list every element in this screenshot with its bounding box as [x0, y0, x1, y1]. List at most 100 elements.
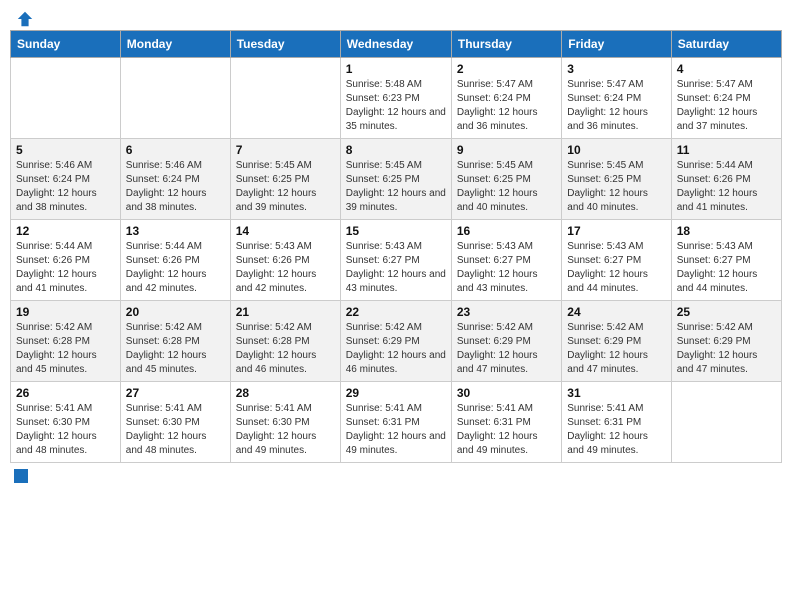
- calendar-cell: 23Sunrise: 5:42 AMSunset: 6:29 PMDayligh…: [451, 301, 561, 382]
- day-info: Sunrise: 5:46 AMSunset: 6:24 PMDaylight:…: [126, 159, 225, 215]
- day-number: 28: [236, 386, 335, 400]
- day-info: Sunrise: 5:42 AMSunset: 6:28 PMDaylight:…: [236, 321, 335, 377]
- day-number: 6: [126, 143, 225, 157]
- calendar-cell: 6 Sunrise: 5:46 AMSunset: 6:24 PMDaylight…: [120, 139, 230, 220]
- calendar-cell: 3 Sunrise: 5:47 AMSunset: 6:24 PMDaylight…: [562, 58, 671, 139]
- calendar-week-row: 26 Sunrise: 5:41 AMSunset: 6:30 PMDayligh…: [11, 382, 782, 463]
- day-info: Sunrise: 5:41 AMSunset: 6:31 PMDaylight:…: [346, 402, 446, 458]
- calendar-cell: 11 Sunrise: 5:44 AMSunset: 6:26 PMDayligh…: [671, 139, 781, 220]
- calendar-day-header: Friday: [562, 31, 671, 58]
- day-number: 15: [346, 224, 446, 238]
- calendar-cell: 30 Sunrise: 5:41 AMSunset: 6:31 PMDayligh…: [451, 382, 561, 463]
- calendar-cell: 12 Sunrise: 5:44 AMSunset: 6:26 PMDayligh…: [11, 220, 121, 301]
- calendar-cell: 22Sunrise: 5:42 AMSunset: 6:29 PMDayligh…: [340, 301, 451, 382]
- calendar-day-header: Monday: [120, 31, 230, 58]
- day-number: 19: [16, 305, 115, 319]
- day-number: 29: [346, 386, 446, 400]
- logo: [14, 10, 34, 24]
- calendar-cell: 24Sunrise: 5:42 AMSunset: 6:29 PMDayligh…: [562, 301, 671, 382]
- calendar-week-row: 1Sunrise: 5:48 AMSunset: 6:23 PMDaylight…: [11, 58, 782, 139]
- day-info: Sunrise: 5:47 AMSunset: 6:24 PMDaylight:…: [567, 78, 665, 134]
- day-info: Sunrise: 5:44 AMSunset: 6:26 PMDaylight:…: [126, 240, 225, 296]
- calendar-cell: 14Sunrise: 5:43 AMSunset: 6:26 PMDayligh…: [230, 220, 340, 301]
- calendar-cell: 21 Sunrise: 5:42 AMSunset: 6:28 PMDayligh…: [230, 301, 340, 382]
- day-info: Sunrise: 5:45 AMSunset: 6:25 PMDaylight:…: [346, 159, 446, 215]
- day-number: 4: [677, 62, 776, 76]
- daylight-legend-box: [14, 469, 28, 483]
- day-number: 16: [457, 224, 556, 238]
- calendar-header-row: SundayMondayTuesdayWednesdayThursdayFrid…: [11, 31, 782, 58]
- calendar-cell: 15 Sunrise: 5:43 AMSunset: 6:27 PMDayligh…: [340, 220, 451, 301]
- day-info: Sunrise: 5:42 AMSunset: 6:28 PMDaylight:…: [16, 321, 115, 377]
- day-number: 26: [16, 386, 115, 400]
- calendar-week-row: 19 Sunrise: 5:42 AMSunset: 6:28 PMDayligh…: [11, 301, 782, 382]
- day-info: Sunrise: 5:41 AMSunset: 6:31 PMDaylight:…: [567, 402, 665, 458]
- calendar-cell: 19 Sunrise: 5:42 AMSunset: 6:28 PMDayligh…: [11, 301, 121, 382]
- day-number: 31: [567, 386, 665, 400]
- day-number: 22: [346, 305, 446, 319]
- day-info: Sunrise: 5:47 AMSunset: 6:24 PMDaylight:…: [457, 78, 556, 134]
- calendar-cell: [120, 58, 230, 139]
- calendar-cell: 4 Sunrise: 5:47 AMSunset: 6:24 PMDaylight…: [671, 58, 781, 139]
- day-info: Sunrise: 5:43 AMSunset: 6:27 PMDaylight:…: [457, 240, 556, 296]
- calendar-cell: 31 Sunrise: 5:41 AMSunset: 6:31 PMDayligh…: [562, 382, 671, 463]
- day-number: 11: [677, 143, 776, 157]
- day-number: 27: [126, 386, 225, 400]
- calendar-day-header: Wednesday: [340, 31, 451, 58]
- calendar-cell: 20 Sunrise: 5:42 AMSunset: 6:28 PMDayligh…: [120, 301, 230, 382]
- day-info: Sunrise: 5:43 AMSunset: 6:27 PMDaylight:…: [346, 240, 446, 296]
- day-info: Sunrise: 5:44 AMSunset: 6:26 PMDaylight:…: [677, 159, 776, 215]
- day-info: Sunrise: 5:45 AMSunset: 6:25 PMDaylight:…: [457, 159, 556, 215]
- day-number: 17: [567, 224, 665, 238]
- calendar-week-row: 5 Sunrise: 5:46 AMSunset: 6:24 PMDaylight…: [11, 139, 782, 220]
- calendar-cell: 18 Sunrise: 5:43 AMSunset: 6:27 PMDayligh…: [671, 220, 781, 301]
- day-info: Sunrise: 5:46 AMSunset: 6:24 PMDaylight:…: [16, 159, 115, 215]
- calendar-cell: 29 Sunrise: 5:41 AMSunset: 6:31 PMDayligh…: [340, 382, 451, 463]
- day-number: 21: [236, 305, 335, 319]
- calendar-cell: 9 Sunrise: 5:45 AMSunset: 6:25 PMDaylight…: [451, 139, 561, 220]
- calendar-week-row: 12 Sunrise: 5:44 AMSunset: 6:26 PMDayligh…: [11, 220, 782, 301]
- day-number: 9: [457, 143, 556, 157]
- day-number: 5: [16, 143, 115, 157]
- calendar-table: SundayMondayTuesdayWednesdayThursdayFrid…: [10, 30, 782, 463]
- calendar-cell: 27 Sunrise: 5:41 AMSunset: 6:30 PMDayligh…: [120, 382, 230, 463]
- calendar-cell: [671, 382, 781, 463]
- day-number: 3: [567, 62, 665, 76]
- calendar-cell: [11, 58, 121, 139]
- day-number: 10: [567, 143, 665, 157]
- day-number: 20: [126, 305, 225, 319]
- day-number: 12: [16, 224, 115, 238]
- day-info: Sunrise: 5:42 AMSunset: 6:28 PMDaylight:…: [126, 321, 225, 377]
- calendar-cell: 5 Sunrise: 5:46 AMSunset: 6:24 PMDaylight…: [11, 139, 121, 220]
- page-header: [10, 10, 782, 24]
- day-number: 7: [236, 143, 335, 157]
- day-info: Sunrise: 5:47 AMSunset: 6:24 PMDaylight:…: [677, 78, 776, 134]
- day-info: Sunrise: 5:45 AMSunset: 6:25 PMDaylight:…: [567, 159, 665, 215]
- calendar-cell: 10 Sunrise: 5:45 AMSunset: 6:25 PMDayligh…: [562, 139, 671, 220]
- day-info: Sunrise: 5:43 AMSunset: 6:27 PMDaylight:…: [677, 240, 776, 296]
- calendar-day-header: Tuesday: [230, 31, 340, 58]
- day-info: Sunrise: 5:41 AMSunset: 6:30 PMDaylight:…: [16, 402, 115, 458]
- calendar-cell: 26 Sunrise: 5:41 AMSunset: 6:30 PMDayligh…: [11, 382, 121, 463]
- day-number: 13: [126, 224, 225, 238]
- day-number: 25: [677, 305, 776, 319]
- day-info: Sunrise: 5:41 AMSunset: 6:31 PMDaylight:…: [457, 402, 556, 458]
- calendar-day-header: Saturday: [671, 31, 781, 58]
- day-number: 18: [677, 224, 776, 238]
- day-info: Sunrise: 5:43 AMSunset: 6:27 PMDaylight:…: [567, 240, 665, 296]
- calendar-cell: 17 Sunrise: 5:43 AMSunset: 6:27 PMDayligh…: [562, 220, 671, 301]
- day-info: Sunrise: 5:44 AMSunset: 6:26 PMDaylight:…: [16, 240, 115, 296]
- calendar-day-header: Sunday: [11, 31, 121, 58]
- day-info: Sunrise: 5:42 AMSunset: 6:29 PMDaylight:…: [677, 321, 776, 377]
- calendar-cell: 2 Sunrise: 5:47 AMSunset: 6:24 PMDaylight…: [451, 58, 561, 139]
- calendar-cell: 13 Sunrise: 5:44 AMSunset: 6:26 PMDayligh…: [120, 220, 230, 301]
- day-number: 30: [457, 386, 556, 400]
- calendar-cell: 16 Sunrise: 5:43 AMSunset: 6:27 PMDayligh…: [451, 220, 561, 301]
- day-info: Sunrise: 5:48 AMSunset: 6:23 PMDaylight:…: [346, 78, 446, 134]
- day-info: Sunrise: 5:41 AMSunset: 6:30 PMDaylight:…: [126, 402, 225, 458]
- day-number: 2: [457, 62, 556, 76]
- day-number: 8: [346, 143, 446, 157]
- calendar-day-header: Thursday: [451, 31, 561, 58]
- calendar-cell: 1Sunrise: 5:48 AMSunset: 6:23 PMDaylight…: [340, 58, 451, 139]
- day-number: 14: [236, 224, 335, 238]
